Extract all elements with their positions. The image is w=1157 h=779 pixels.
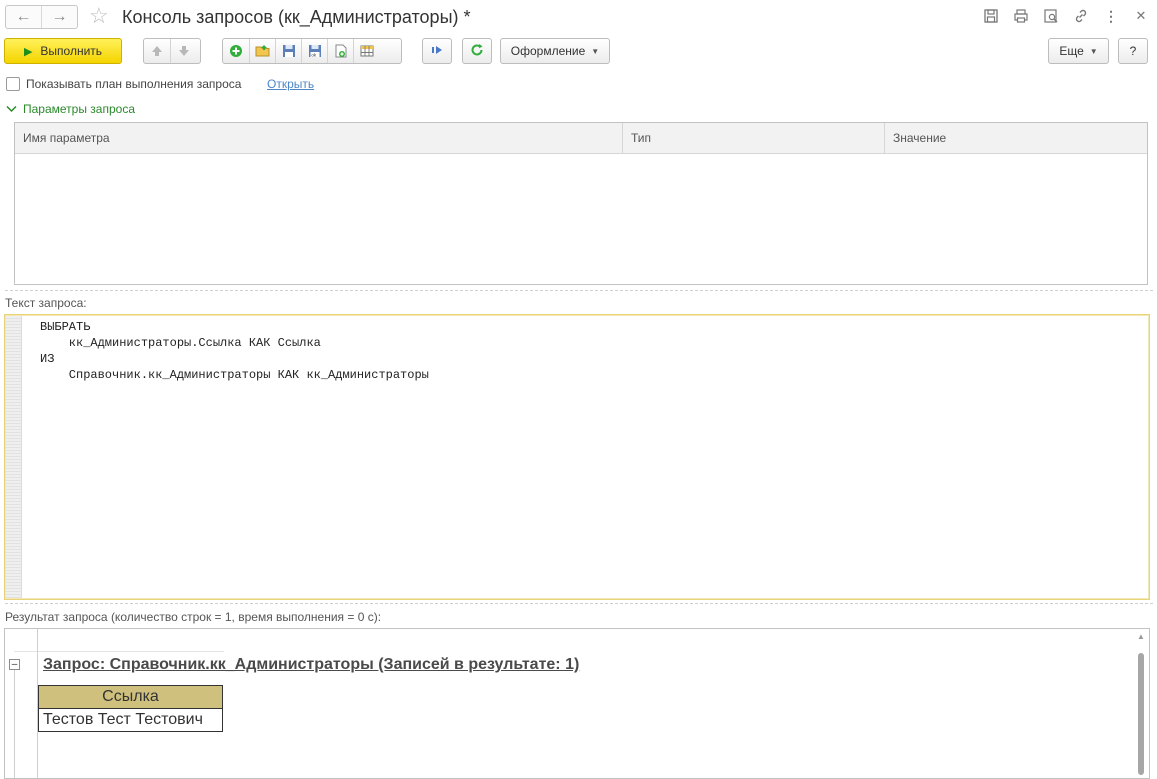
design-dropdown[interactable]: Оформление ▼ [500,38,610,64]
table-icon[interactable] [353,39,379,63]
move-down-icon[interactable] [170,39,196,63]
editor-gutter [6,316,22,598]
new-document-icon[interactable] [327,39,353,63]
save-icon[interactable] [981,6,1001,26]
query-text-editor[interactable]: ВЫБРАТЬ кк_Администраторы.Ссылка КАК Ссы… [4,314,1150,600]
refresh-icon [470,43,484,60]
help-button[interactable]: ? [1118,38,1148,64]
more-dropdown[interactable]: Еще ▼ [1048,38,1109,64]
save-icon[interactable] [275,39,301,63]
chevron-down-icon: ▼ [591,46,600,56]
play-icon: ▶ [23,45,33,58]
section-divider [5,290,1153,291]
back-arrow-icon[interactable]: ← [6,6,41,28]
add-icon[interactable] [223,39,249,63]
chevron-down-icon: ▼ [1089,46,1098,56]
collapse-group-icon[interactable]: – [9,659,20,670]
favorite-star-icon[interactable]: ☆ [89,4,109,28]
print-icon[interactable] [1011,6,1031,26]
result-query-header: Запрос: Справочник.кк_Администраторы (За… [43,656,580,673]
result-column-header: Ссылка [38,685,223,709]
query-text[interactable]: ВЫБРАТЬ кк_Администраторы.Ссылка КАК Ссы… [40,319,429,383]
close-icon[interactable]: ✕ [1131,6,1151,26]
vertical-scrollbar[interactable]: ▲ [1135,629,1147,778]
more-vertical-icon[interactable]: ⋮ [1101,6,1121,26]
window-title: Консоль запросов (кк_Администраторы) * [122,7,471,27]
scrollbar-thumb[interactable] [1138,653,1144,775]
forward-arrow-icon[interactable]: → [41,6,77,28]
save-as-icon[interactable]: ok [301,39,327,63]
params-group-title: Параметры запроса [23,102,135,116]
execute-button[interactable]: ▶ Выполнить [4,38,122,64]
params-column-type[interactable]: Тип [623,123,885,153]
run-step-button[interactable] [422,38,452,64]
result-label: Результат запроса (количество строк = 1,… [5,610,382,624]
grid-line [14,651,224,652]
query-actions-group: ok [222,38,402,64]
chevron-down-icon [6,101,17,117]
open-folder-icon[interactable] [249,39,275,63]
step-forward-icon [430,44,444,59]
design-dropdown-label: Оформление [510,44,586,58]
params-table[interactable]: Имя параметра Тип Значение [14,122,1148,285]
link-icon[interactable] [1071,6,1091,26]
show-plan-label: Показывать план выполнения запроса [26,77,242,91]
result-spreadsheet[interactable]: – Запрос: Справочник.кк_Администраторы (… [4,628,1150,779]
preview-icon[interactable] [1041,6,1061,26]
params-column-value[interactable]: Значение [885,123,1147,153]
move-buttons-group [143,38,201,64]
grouping-line [14,665,15,778]
result-cell[interactable]: Тестов Тест Тестович [38,708,223,732]
scroll-up-icon[interactable]: ▲ [1135,632,1147,641]
navigation-buttons: ← → [5,5,78,29]
params-group-toggle[interactable]: Параметры запроса [6,101,135,117]
params-column-name[interactable]: Имя параметра [15,123,623,153]
params-table-header: Имя параметра Тип Значение [15,123,1147,154]
refresh-button[interactable] [462,38,492,64]
move-up-icon[interactable] [144,39,170,63]
show-plan-checkbox[interactable] [6,77,20,91]
section-divider [5,603,1153,604]
open-plan-link[interactable]: Открыть [267,76,314,92]
execute-button-label: Выполнить [40,44,103,58]
query-text-label: Текст запроса: [5,296,87,310]
more-dropdown-label: Еще [1059,44,1084,58]
svg-text:ok: ok [311,52,317,57]
